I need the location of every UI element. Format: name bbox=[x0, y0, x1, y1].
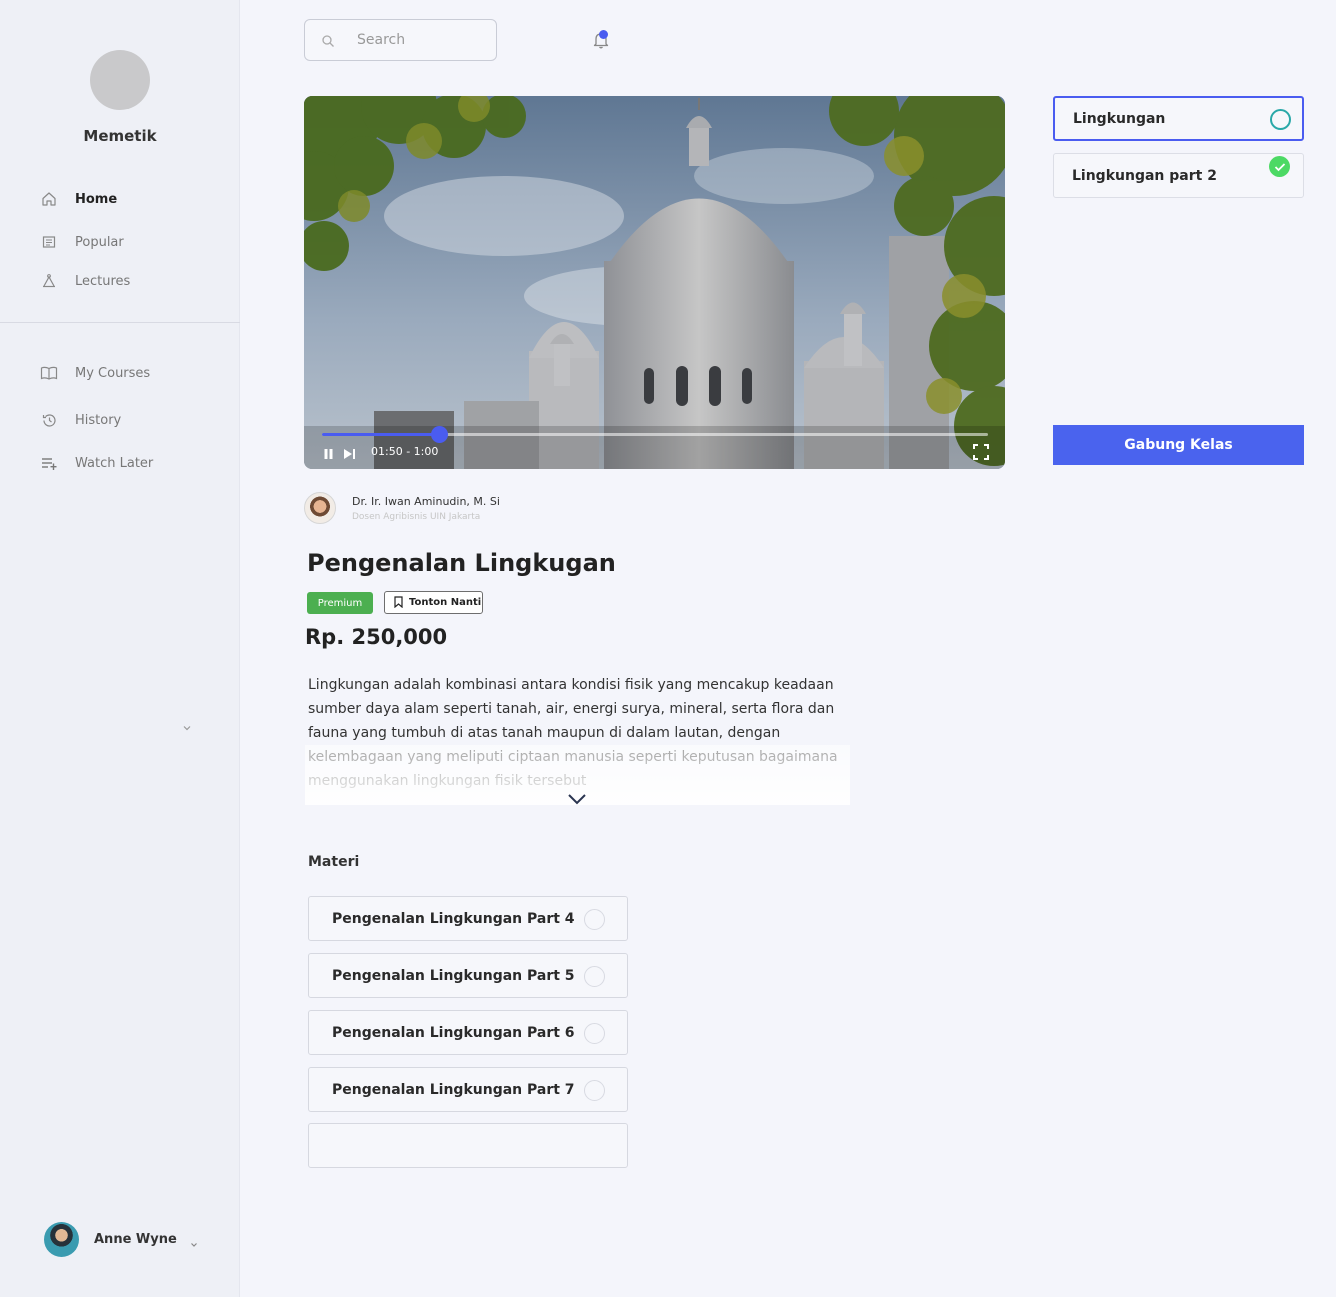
materi-heading: Materi bbox=[308, 854, 360, 870]
sidebar-item-label: My Courses bbox=[75, 365, 151, 381]
materi-item-label: Pengenalan Lingkungan Part 6 bbox=[332, 1024, 575, 1041]
sidebar-divider bbox=[0, 322, 240, 323]
status-circle-icon bbox=[584, 1080, 605, 1101]
materi-item-label: Pengenalan Lingkungan Part 5 bbox=[332, 967, 575, 984]
progress-ring-icon bbox=[1270, 109, 1291, 130]
brand-logo bbox=[90, 50, 150, 110]
materi-item-label: Pengenalan Lingkungan Part 7 bbox=[332, 1081, 575, 1098]
fullscreen-icon[interactable] bbox=[973, 444, 989, 460]
sidebar-item-popular[interactable]: Popular bbox=[40, 232, 124, 252]
chevron-down-icon[interactable] bbox=[189, 1235, 199, 1247]
premium-badge: Premium bbox=[307, 592, 373, 614]
video-player[interactable]: 01:50 - 1:00 bbox=[304, 96, 1005, 469]
course-price: Rp. 250,000 bbox=[305, 625, 448, 649]
lesson-item-completed[interactable]: Lingkungan part 2 bbox=[1053, 153, 1304, 198]
sidebar-item-label: Lectures bbox=[75, 273, 131, 289]
materi-item-label: Pengenalan Lingkungan Part 4 bbox=[332, 910, 575, 927]
instructor-role: Dosen Agribisnis UIN Jakarta bbox=[352, 512, 481, 522]
instructor-name: Dr. Ir. Iwan Aminudin, M. Si bbox=[352, 495, 500, 508]
playlist-add-icon bbox=[40, 454, 58, 472]
history-icon bbox=[40, 411, 58, 429]
sidebar-item-watch-later[interactable]: Watch Later bbox=[40, 453, 153, 473]
page-title: Pengenalan Lingkugan bbox=[307, 549, 616, 577]
materi-item[interactable]: Pengenalan Lingkungan Part 7 bbox=[308, 1067, 628, 1112]
materi-item[interactable]: Pengenalan Lingkungan Part 6 bbox=[308, 1010, 628, 1055]
video-progress-fill bbox=[322, 433, 439, 436]
home-icon bbox=[40, 190, 58, 208]
bookmark-icon bbox=[394, 593, 403, 612]
join-class-button[interactable]: Gabung Kelas bbox=[1053, 425, 1304, 465]
expand-chevron-icon[interactable] bbox=[567, 791, 587, 805]
avatar bbox=[44, 1222, 79, 1257]
sidebar-item-label: History bbox=[75, 412, 122, 428]
skip-next-icon[interactable] bbox=[343, 445, 357, 464]
lesson-item-label: Lingkungan part 2 bbox=[1072, 167, 1217, 184]
status-circle-icon bbox=[584, 1023, 605, 1044]
video-thumbnail bbox=[304, 96, 1005, 469]
search-input[interactable] bbox=[357, 32, 477, 48]
sidebar-item-label: Popular bbox=[75, 234, 124, 250]
notification-dot bbox=[599, 30, 608, 39]
search-box[interactable] bbox=[304, 19, 497, 61]
sidebar-item-history[interactable]: History bbox=[40, 410, 121, 430]
user-profile[interactable]: Anne Wyne bbox=[44, 1222, 199, 1257]
lesson-item-label: Lingkungan bbox=[1073, 110, 1166, 127]
book-icon bbox=[40, 364, 58, 382]
sidebar-item-home[interactable]: Home bbox=[40, 189, 117, 209]
instructor-avatar bbox=[304, 492, 336, 524]
check-icon bbox=[1269, 156, 1290, 177]
user-name: Anne Wyne bbox=[94, 1232, 177, 1247]
materi-item[interactable]: Pengenalan Lingkungan Part 4 bbox=[308, 896, 628, 941]
video-time: 01:50 - 1:00 bbox=[371, 445, 439, 458]
popular-icon bbox=[40, 233, 58, 251]
sidebar-item-label: Home bbox=[75, 191, 118, 207]
materi-item[interactable]: Pengenalan Lingkungan Part 5 bbox=[308, 953, 628, 998]
lesson-item-current[interactable]: Lingkungan bbox=[1053, 96, 1304, 141]
brand-name: Memetik bbox=[83, 127, 157, 145]
pause-icon[interactable] bbox=[323, 445, 334, 464]
chevron-down-icon[interactable] bbox=[181, 719, 193, 731]
video-progress-handle[interactable] bbox=[430, 426, 448, 443]
lectures-icon bbox=[40, 272, 58, 290]
status-circle-icon bbox=[584, 966, 605, 987]
status-circle-icon bbox=[584, 909, 605, 930]
video-progress-bar[interactable] bbox=[322, 426, 988, 443]
watch-later-label: Tonton Nanti bbox=[409, 597, 482, 608]
materi-item[interactable] bbox=[308, 1123, 628, 1168]
sidebar-item-my-courses[interactable]: My Courses bbox=[40, 363, 150, 383]
search-icon bbox=[321, 33, 335, 47]
sidebar: Memetik Home Popular Lectures My Courses… bbox=[0, 0, 240, 1297]
sidebar-item-label: Watch Later bbox=[75, 455, 154, 471]
sidebar-item-lectures[interactable]: Lectures bbox=[40, 271, 130, 291]
watch-later-button[interactable]: Tonton Nanti bbox=[384, 591, 483, 614]
